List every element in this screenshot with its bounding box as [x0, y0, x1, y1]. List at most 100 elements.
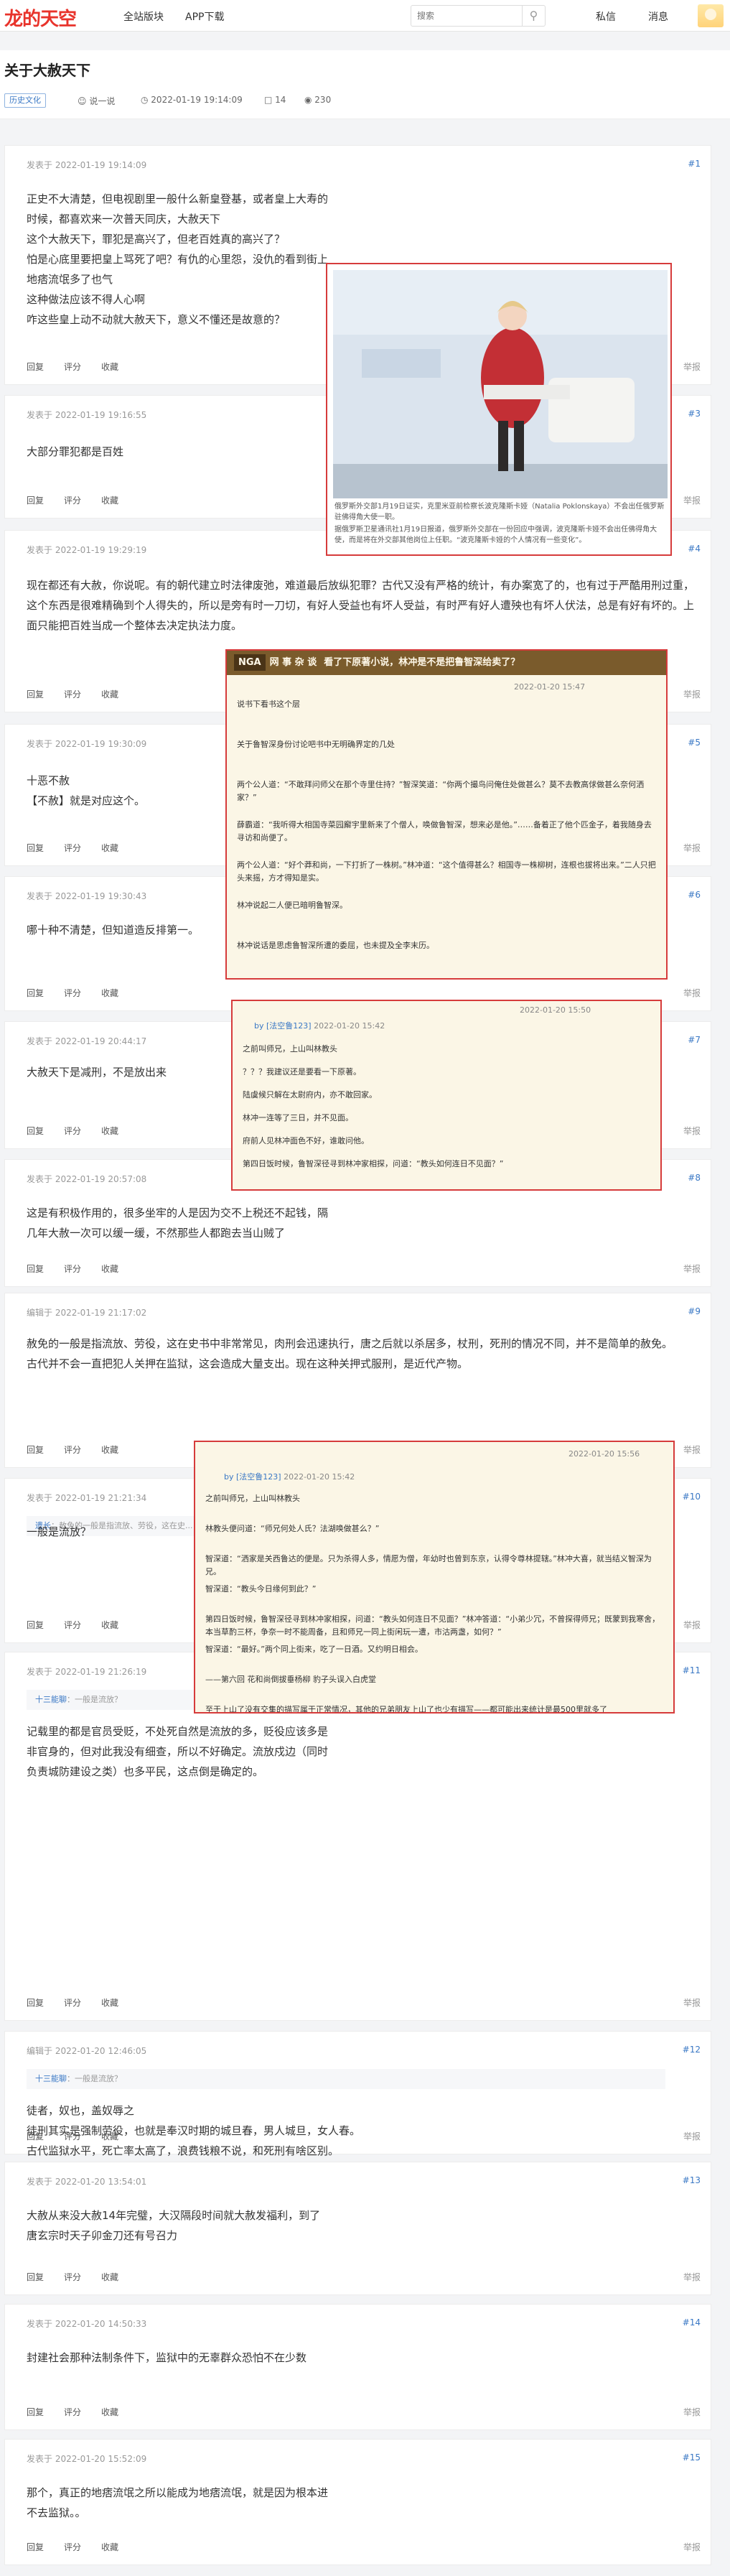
post-line: 这是有积极作用的，很多坐牢的人是因为交不上税还不起钱，隔几年大赦一次可以缓一缓，… — [27, 1206, 329, 1240]
favorite-button[interactable]: 收藏 — [101, 1126, 118, 1136]
rate-button[interactable]: 评分 — [64, 1126, 81, 1136]
report-button[interactable]: 举报 — [683, 1443, 701, 1456]
rate-button[interactable]: 评分 — [64, 1998, 81, 2008]
user-avatar[interactable] — [698, 4, 724, 27]
report-button[interactable]: 举报 — [683, 1619, 701, 1631]
search-input[interactable] — [411, 6, 519, 26]
report-button[interactable]: 举报 — [683, 2406, 701, 2418]
screenshot-line: 薛霸道：“我听得大相国寺菜园廨宇里新来了个僧人，唤做鲁智深，想来必是他。”……备… — [237, 820, 652, 842]
nav-private-message[interactable]: 私信 — [596, 9, 616, 24]
post-floor[interactable]: #7 — [688, 1035, 701, 1045]
rate-button[interactable]: 评分 — [64, 2131, 81, 2142]
post-actions: 回复 评分 收藏 — [27, 987, 139, 999]
report-button[interactable]: 举报 — [683, 1263, 701, 1275]
rate-button[interactable]: 评分 — [64, 2407, 81, 2417]
rate-button[interactable]: 评分 — [64, 2542, 81, 2552]
reply-button[interactable]: 回复 — [27, 2272, 44, 2282]
rate-button[interactable]: 评分 — [64, 362, 81, 372]
rate-button[interactable]: 评分 — [64, 496, 81, 506]
favorite-button[interactable]: 收藏 — [101, 1445, 118, 1455]
rate-button[interactable]: 评分 — [64, 988, 81, 998]
report-button[interactable]: 举报 — [683, 987, 701, 999]
post-floor[interactable]: #10 — [683, 1492, 701, 1502]
author-name[interactable]: 说一说 — [89, 96, 115, 106]
rate-button[interactable]: 评分 — [64, 1445, 81, 1455]
post-floor[interactable]: #8 — [688, 1173, 701, 1183]
report-button[interactable]: 举报 — [683, 2271, 701, 2283]
post-actions: 回复 评分 收藏 — [27, 1263, 139, 1275]
report-button[interactable]: 举报 — [683, 1996, 701, 2009]
post-actions: 回复 评分 收藏 — [27, 1996, 139, 2009]
favorite-button[interactable]: 收藏 — [101, 2272, 118, 2282]
favorite-button[interactable]: 收藏 — [101, 496, 118, 506]
report-button[interactable]: 举报 — [683, 688, 701, 700]
nav-app-download[interactable]: APP下载 — [185, 9, 224, 24]
reply-button[interactable]: 回复 — [27, 1445, 44, 1455]
quote-text: ：一般是流放？ — [67, 2074, 122, 2083]
report-button[interactable]: 举报 — [683, 2130, 701, 2142]
post-body: 那个，真正的地痞流氓之所以能成为地痞流氓，就是因为根本进不去监狱。。 — [27, 2483, 328, 2523]
post-actions: 回复 评分 收藏 — [27, 842, 139, 854]
category-tag[interactable]: 历史文化 — [4, 93, 46, 108]
reply-button[interactable]: 回复 — [27, 2542, 44, 2552]
post-floor[interactable]: #13 — [683, 2175, 701, 2185]
nav-messages[interactable]: 消息 — [648, 9, 668, 24]
report-button[interactable]: 举报 — [683, 361, 701, 373]
reply-button[interactable]: 回复 — [27, 2131, 44, 2142]
reply-button[interactable]: 回复 — [27, 362, 44, 372]
reply-button[interactable]: 回复 — [27, 496, 44, 506]
nga-brand: NGA — [234, 654, 266, 671]
post-floor[interactable]: #5 — [688, 738, 701, 748]
report-button[interactable]: 举报 — [683, 2541, 701, 2553]
favorite-button[interactable]: 收藏 — [101, 362, 118, 372]
clock-icon: ◷ — [141, 95, 151, 105]
report-button[interactable]: 举报 — [683, 494, 701, 506]
site-logo[interactable]: 龙的天空 — [4, 4, 77, 31]
post-floor[interactable]: #6 — [688, 890, 701, 900]
report-button[interactable]: 举报 — [683, 1125, 701, 1137]
favorite-button[interactable]: 收藏 — [101, 1620, 118, 1630]
author-meta[interactable]: ☺ 说一说 — [78, 95, 115, 107]
screenshot-line: 说书下看书这个层 — [237, 699, 300, 709]
post-line: 现在都还有大赦，你说呢。有的朝代建立时法律废弛，难道最后放纵犯罪？古代又没有严格… — [27, 579, 695, 632]
reply-button[interactable]: 回复 — [27, 689, 44, 699]
reply-button[interactable]: 回复 — [27, 1998, 44, 2008]
reply-button[interactable]: 回复 — [27, 1264, 44, 1274]
reply-count: □ 14 — [264, 95, 286, 105]
quote-user[interactable]: 十三能聊 — [35, 2074, 67, 2083]
rate-button[interactable]: 评分 — [64, 1620, 81, 1630]
rate-button[interactable]: 评分 — [64, 2272, 81, 2282]
favorite-button[interactable]: 收藏 — [101, 689, 118, 699]
post-actions: 回复 评分 收藏 — [27, 2541, 139, 2553]
report-button[interactable]: 举报 — [683, 842, 701, 854]
favorite-button[interactable]: 收藏 — [101, 988, 118, 998]
post-floor[interactable]: #4 — [688, 544, 701, 554]
reply-button[interactable]: 回复 — [27, 843, 44, 853]
post-floor[interactable]: #15 — [683, 2452, 701, 2463]
post-floor[interactable]: #9 — [688, 1306, 701, 1316]
quote-user[interactable]: 十三能聊 — [35, 1695, 67, 1704]
favorite-button[interactable]: 收藏 — [101, 843, 118, 853]
favorite-button[interactable]: 收藏 — [101, 2542, 118, 2552]
favorite-button[interactable]: 收藏 — [101, 2131, 118, 2142]
rate-button[interactable]: 评分 — [64, 1264, 81, 1274]
favorite-button[interactable]: 收藏 — [101, 1998, 118, 2008]
post-floor[interactable]: #1 — [688, 159, 701, 169]
post-floor[interactable]: #11 — [683, 1665, 701, 1675]
reply-button[interactable]: 回复 — [27, 988, 44, 998]
search-icon[interactable]: ⚲ — [522, 6, 545, 26]
nav-all-boards[interactable]: 全站版块 — [123, 9, 164, 24]
shot3-user: by [法空鲁123] 2022-01-20 15:42 — [224, 1472, 355, 1482]
photo-scene — [333, 270, 668, 498]
reply-button[interactable]: 回复 — [27, 1620, 44, 1630]
reply-button[interactable]: 回复 — [27, 1126, 44, 1136]
rate-button[interactable]: 评分 — [64, 689, 81, 699]
favorite-button[interactable]: 收藏 — [101, 1264, 118, 1274]
post-floor[interactable]: #12 — [683, 2045, 701, 2055]
post-floor[interactable]: #14 — [683, 2317, 701, 2328]
post-floor[interactable]: #3 — [688, 409, 701, 419]
post-actions: 回复 评分 收藏 — [27, 2406, 139, 2418]
rate-button[interactable]: 评分 — [64, 843, 81, 853]
favorite-button[interactable]: 收藏 — [101, 2407, 118, 2417]
reply-button[interactable]: 回复 — [27, 2407, 44, 2417]
